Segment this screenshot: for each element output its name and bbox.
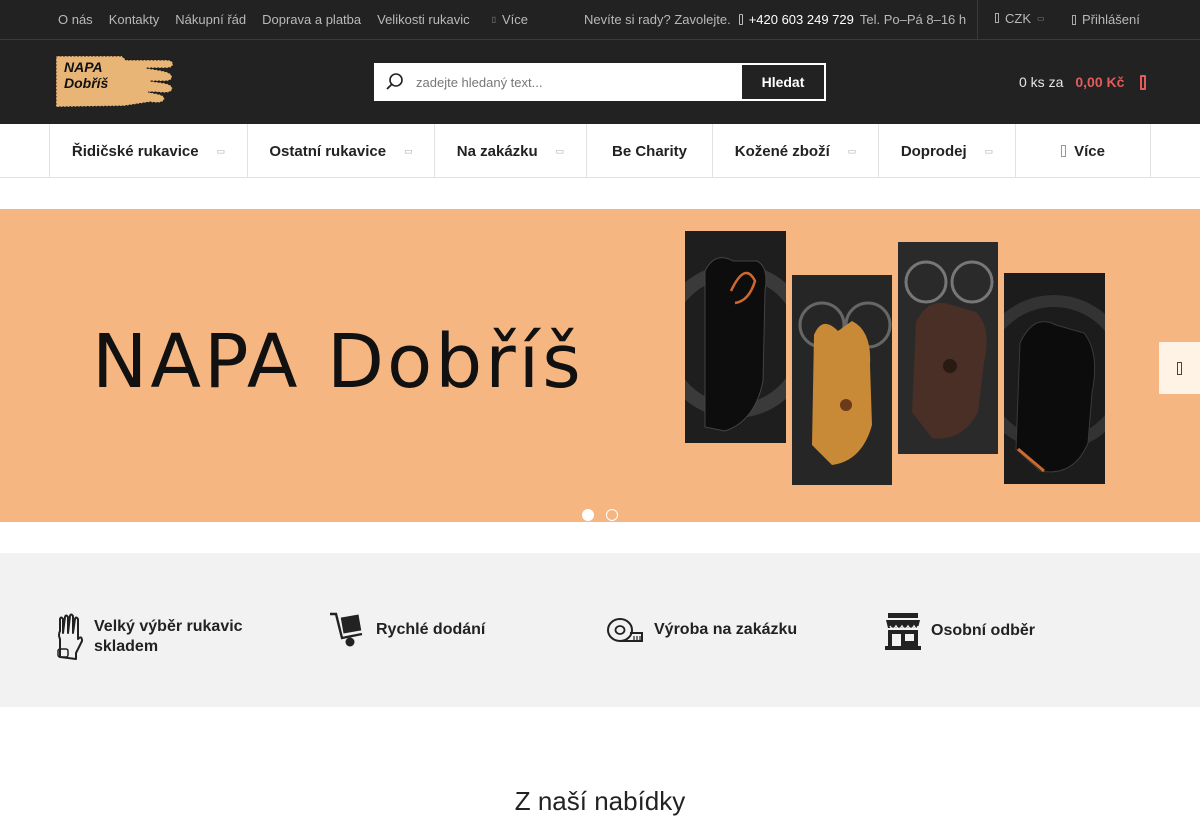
top-bar: O nás Kontakty Nákupní řád Doprava a pla… [0,0,1200,40]
search-input[interactable] [416,63,740,101]
contact-info: Nevíte si rady? Zavolejte. +420 603 249 … [584,0,966,39]
nav-item-leather-goods[interactable]: Kožené zboží ▭ [713,124,879,178]
logo-text-dobris: Dobříš [64,75,109,91]
carousel-dot-2[interactable] [606,509,618,521]
top-divider [977,0,978,39]
hand-truck-icon [330,612,363,647]
nav-item-label: Ostatní rukavice [269,142,387,160]
cart-icon [1140,74,1147,90]
nav-item-other-gloves[interactable]: Ostatní rukavice ▭ [248,124,435,178]
benefit-item: Rychlé dodání [328,612,485,648]
cart-count: 0 ks za [1019,74,1064,90]
hero-banner[interactable]: NAPA Dobříš [0,209,1200,522]
user-icon [1072,14,1076,25]
logo[interactable]: NAPA Dobříš [54,54,176,109]
glove-photo [792,275,892,485]
top-links: O nás Kontakty Nákupní řád Doprava a pla… [58,0,528,39]
side-tab-icon [1177,361,1182,375]
side-panel-tab[interactable] [1159,342,1200,394]
top-link-sizes[interactable]: Velikosti rukavic [377,12,469,27]
nav-items: Řidičské rukavice ▭ Ostatní rukavice ▭ N… [49,124,1151,178]
cart-price: 0,00 Kč [1075,74,1125,90]
nav-item-more[interactable]: Více [1016,124,1151,178]
benefit-label: Rychlé dodání [376,621,486,638]
menu-icon [1061,145,1067,157]
nav-item-sale[interactable]: Doprodej ▭ [879,124,1016,178]
logo-text-napa: NAPA [64,59,103,75]
search-button[interactable]: Hledat [740,63,826,101]
chevron-down-icon: ▭ [847,145,857,156]
currency-label: CZK [1005,10,1031,26]
benefit-label: Výroba na zakázku [654,621,798,638]
more-dots-icon: ▯ [491,15,497,24]
main-nav: Řidičské rukavice ▭ Ostatní rukavice ▭ N… [0,124,1200,178]
benefits-strip: Velký výběr rukavic skladem Rychlé dodán… [0,553,1200,707]
cart-summary[interactable]: 0 ks za 0,00 Kč [1019,40,1147,124]
search-bar: Hledat [374,63,826,101]
nav-item-label: Na zakázku [456,142,538,160]
search-icon [374,63,416,101]
nav-item-label: Kožené zboží [734,142,830,160]
chevron-down-icon: ▭ [404,145,413,156]
benefit-label: Osobní odběr [931,622,1035,639]
top-more-label: Více [502,12,529,27]
nav-item-label: Doprodej [900,142,967,160]
benefit-item: Osobní odběr [885,612,1035,650]
login-link[interactable]: Přihlášení [1072,0,1140,39]
nav-item-be-charity[interactable]: Be Charity [587,124,713,178]
section-title: Z naší nabídky [514,786,686,816]
store-icon [885,613,921,650]
nav-item-label: Be Charity [611,142,688,160]
header: NAPA Dobříš Hledat 0 ks za 0,00 Kč [0,40,1200,124]
benefit-label: Velký výběr rukavic skladem [94,618,243,655]
top-link-about[interactable]: O nás [58,12,93,27]
phone-icon [738,14,743,25]
chevron-down-icon: ▭ [555,145,565,156]
nav-item-custom[interactable]: Na zakázku ▭ [435,124,587,178]
benefit-item: Výroba na zakázku [606,617,797,643]
phone-hours: Tel. Po–Pá 8–16 h [859,12,967,27]
banner-title: NAPA Dobříš [92,319,584,405]
glove-photo [898,242,998,454]
top-link-terms[interactable]: Nákupní řád [175,12,246,27]
glove-photo [1004,273,1105,484]
carousel-dots [582,509,618,521]
chevron-down-icon: ▭ [216,145,226,156]
measuring-tape-icon [607,618,643,642]
benefit-item: Velký výběr rukavic skladem [54,613,264,661]
glove-photo [685,231,786,443]
top-link-shipping[interactable]: Doprava a platba [262,12,361,27]
chevron-down-icon: ▭ [1037,13,1045,23]
carousel-dot-1[interactable] [582,509,594,521]
currency-icon [995,13,999,23]
nav-item-label: Řidičské rukavice [71,142,199,160]
chevron-down-icon: ▭ [984,145,994,156]
login-label: Přihlášení [1082,12,1140,27]
contact-text: Nevíte si rady? Zavolejte. [584,12,731,27]
phone-number[interactable]: +420 603 249 729 [749,12,854,27]
nav-more-label: Více [1074,142,1105,160]
top-more-menu[interactable]: ▯ Více [492,12,528,27]
currency-selector[interactable]: CZK ▭ [995,0,1045,36]
glove-icon [57,613,83,660]
top-link-contacts[interactable]: Kontakty [109,12,160,27]
nav-item-driving-gloves[interactable]: Řidičské rukavice ▭ [50,124,248,178]
